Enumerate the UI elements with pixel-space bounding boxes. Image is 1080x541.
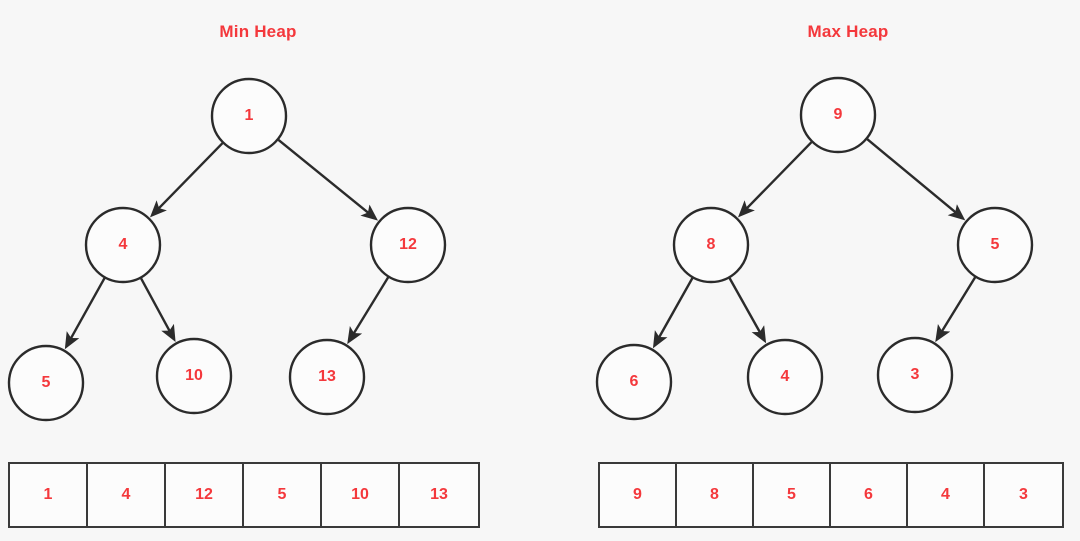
min-heap-title: Min Heap xyxy=(219,22,297,41)
array-cell[interactable]: 4 xyxy=(88,464,166,526)
max-heap-array: 985643 xyxy=(598,462,1064,528)
tree-edge xyxy=(935,276,977,343)
tree-node-3[interactable] xyxy=(876,336,954,414)
array-cell[interactable]: 3 xyxy=(985,464,1062,526)
array-cell[interactable]: 5 xyxy=(244,464,322,526)
tree-edge xyxy=(728,277,767,344)
tree-node-9[interactable] xyxy=(799,76,877,154)
max-heap-title: Max Heap xyxy=(807,22,889,41)
edges-group xyxy=(64,138,977,350)
tree-edge xyxy=(277,139,378,221)
tree-node-5[interactable] xyxy=(956,206,1034,284)
tree-edge xyxy=(149,142,224,218)
array-cell[interactable]: 5 xyxy=(754,464,831,526)
array-cell[interactable]: 9 xyxy=(600,464,677,526)
tree-edge xyxy=(347,276,390,345)
array-cell[interactable]: 8 xyxy=(677,464,754,526)
min-heap-array: 1 4 12 5 10 13 xyxy=(8,462,480,528)
tree-edges-layer xyxy=(7,76,1034,422)
tree-node-8[interactable] xyxy=(672,206,750,284)
tree-edge xyxy=(140,277,176,343)
tree-node-12[interactable] xyxy=(369,206,447,284)
heap-diagram-canvas: Min Heap 1 4 12 5 10 13 1 4 12 5 10 13 Max Heap 9 8 5 6 4 3… xyxy=(0,0,1080,541)
array-cell[interactable]: 13 xyxy=(400,464,478,526)
tree-node-10[interactable] xyxy=(155,337,233,415)
array-cell[interactable]: 10 xyxy=(322,464,400,526)
array-cell[interactable]: 4 xyxy=(908,464,985,526)
tree-node-4[interactable] xyxy=(746,338,824,416)
array-cell[interactable]: 1 xyxy=(10,464,88,526)
tree-node-6[interactable] xyxy=(595,343,673,421)
nodes-group xyxy=(7,76,1034,422)
tree-edge xyxy=(652,277,694,349)
array-cell[interactable]: 12 xyxy=(166,464,244,526)
tree-edge xyxy=(64,277,106,350)
tree-node-5[interactable] xyxy=(7,344,85,422)
tree-node-1[interactable] xyxy=(210,77,288,155)
tree-node-13[interactable] xyxy=(288,338,366,416)
tree-edge xyxy=(738,141,813,218)
array-cell[interactable]: 6 xyxy=(831,464,908,526)
tree-edge xyxy=(866,138,966,221)
tree-node-4[interactable] xyxy=(84,206,162,284)
